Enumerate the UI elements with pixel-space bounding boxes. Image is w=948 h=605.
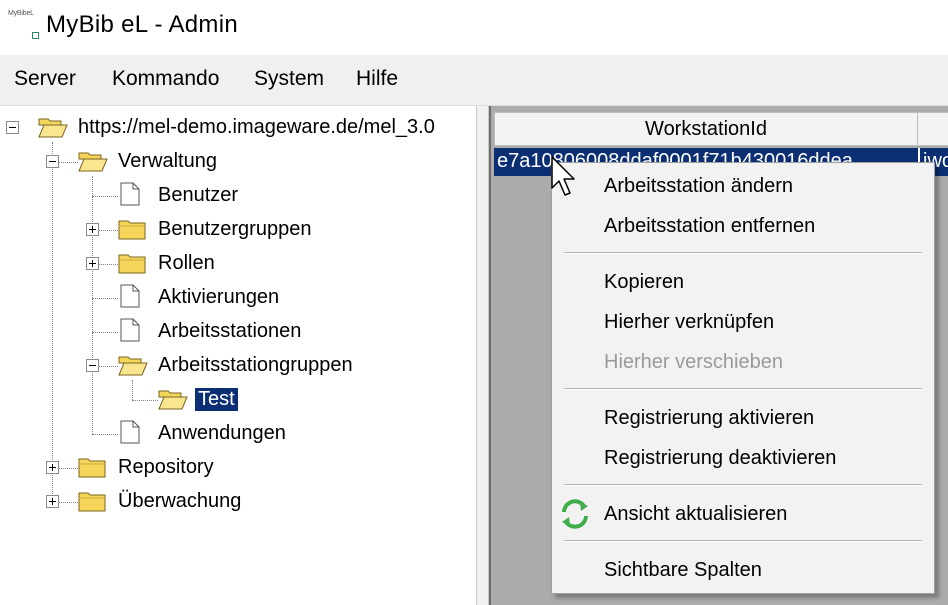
menu-item-activate-registration[interactable]: Registrierung aktivieren [604, 407, 814, 430]
title-bar: MyBibeL MyBib eL - Admin [0, 0, 948, 55]
menu-separator [564, 388, 922, 390]
menu-item-change-workstation[interactable]: Arbeitsstation ändern [604, 175, 793, 198]
folder-icon [78, 492, 106, 512]
document-icon [120, 182, 140, 206]
expand-icon[interactable] [86, 257, 99, 270]
expand-icon[interactable] [46, 461, 59, 474]
menu-server[interactable]: Server [14, 67, 76, 91]
menu-system[interactable]: System [254, 67, 324, 91]
tree-label-test: Test [195, 388, 238, 411]
tree-node-verwaltung[interactable]: Verwaltung [0, 148, 476, 176]
document-icon [120, 318, 140, 342]
tree-label-benutzer: Benutzer [158, 184, 239, 206]
column-header-next[interactable] [917, 112, 948, 146]
tree-node-anwendungen[interactable]: Anwendungen [0, 420, 476, 448]
tree-node-benutzergruppen[interactable]: Benutzergruppen [0, 216, 476, 244]
tree-label-aktivierungen: Aktivierungen [158, 286, 280, 308]
tree-node-repository[interactable]: Repository [0, 454, 476, 482]
tree-label-arbeitsstationen: Arbeitsstationen [158, 320, 302, 342]
document-icon [120, 284, 140, 308]
app-logo-icon: MyBibeL [8, 10, 42, 40]
window-title: MyBib eL - Admin [46, 11, 238, 38]
tree-node-aktivierungen[interactable]: Aktivierungen [0, 284, 476, 312]
menu-item-move-here: Hierher verschieben [604, 351, 783, 373]
refresh-icon [562, 499, 588, 529]
app-logo-mark [32, 32, 39, 39]
folder-icon [118, 220, 146, 240]
column-header-workstationid[interactable]: WorkstationId [494, 112, 918, 146]
menu-item-refresh-view[interactable]: Ansicht aktualisieren [604, 503, 787, 526]
folder-open-icon [118, 356, 148, 376]
folder-icon [78, 458, 106, 478]
context-menu: Arbeitsstation ändern Arbeitsstation ent… [551, 162, 935, 594]
pane-splitter[interactable] [476, 106, 489, 605]
tree-node-rollen[interactable]: Rollen [0, 250, 476, 278]
menu-separator [564, 540, 922, 542]
menu-kommando[interactable]: Kommando [112, 67, 219, 91]
menu-item-deactivate-registration[interactable]: Registrierung deaktivieren [604, 447, 836, 470]
folder-icon [118, 254, 146, 274]
app-logo-text: MyBibeL [8, 10, 34, 17]
tree-node-arbeitsstationen[interactable]: Arbeitsstationen [0, 318, 476, 346]
collapse-icon[interactable] [46, 155, 59, 168]
menu-separator [564, 484, 922, 486]
folder-open-icon [38, 118, 68, 138]
tree-node-root[interactable]: https://mel-demo.imageware.de/mel_3.0 [0, 114, 476, 142]
folder-open-icon [78, 152, 108, 172]
menu-item-copy[interactable]: Kopieren [604, 271, 684, 294]
menu-item-visible-columns[interactable]: Sichtbare Spalten [604, 559, 762, 582]
document-icon [120, 420, 140, 444]
menu-item-remove-workstation[interactable]: Arbeitsstation entfernen [604, 215, 815, 238]
tree-node-benutzer[interactable]: Benutzer [0, 182, 476, 210]
collapse-icon[interactable] [86, 359, 99, 372]
tree-label-anwendungen: Anwendungen [158, 422, 286, 444]
menu-bar: Server Kommando System Hilfe [0, 55, 948, 106]
expand-icon[interactable] [46, 495, 59, 508]
tree-label-repository: Repository [118, 456, 214, 478]
tree-label-arbeitsstationgruppen: Arbeitsstationgruppen [158, 354, 353, 376]
expand-icon[interactable] [86, 223, 99, 236]
navigation-tree[interactable]: https://mel-demo.imageware.de/mel_3.0 Ve… [0, 106, 476, 605]
tree-node-test[interactable]: Test [0, 386, 476, 414]
tree-label-verwaltung: Verwaltung [118, 150, 217, 172]
collapse-icon[interactable] [6, 121, 19, 134]
tree-label-benutzergruppen: Benutzergruppen [158, 218, 312, 240]
menu-separator [564, 252, 922, 254]
folder-open-icon [158, 390, 188, 410]
tree-label-rollen: Rollen [158, 252, 215, 274]
tree-node-arbeitsstationgruppen[interactable]: Arbeitsstationgruppen [0, 352, 476, 380]
tree-node-ueberwachung[interactable]: Überwachung [0, 488, 476, 516]
tree-label-ueberwachung: Überwachung [118, 490, 242, 512]
menu-hilfe[interactable]: Hilfe [356, 67, 398, 91]
tree-label-root: https://mel-demo.imageware.de/mel_3.0 [78, 116, 435, 138]
menu-item-link-here[interactable]: Hierher verknüpfen [604, 311, 774, 334]
